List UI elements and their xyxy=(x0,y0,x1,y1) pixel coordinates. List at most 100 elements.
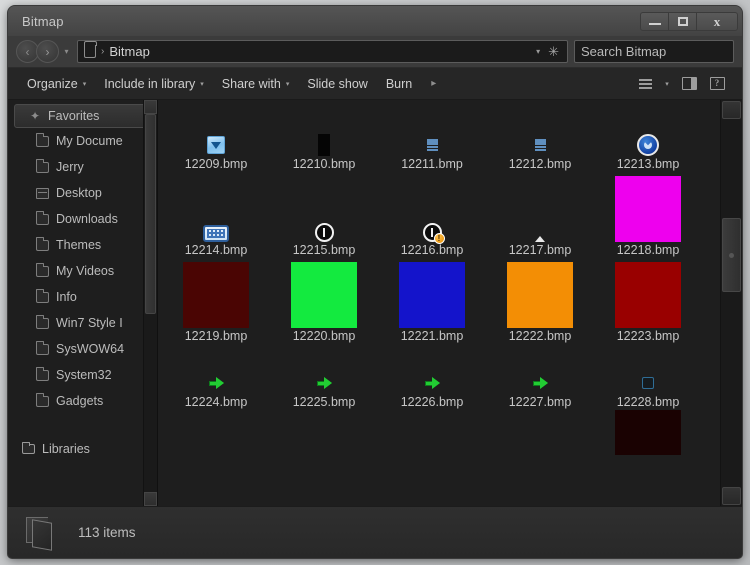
sidebar-item-win7-style[interactable]: Win7 Style I xyxy=(8,310,157,336)
sidebar-item-info[interactable]: Info xyxy=(8,284,157,310)
recent-locations-button[interactable]: ▾ xyxy=(60,47,73,56)
file-item-partial[interactable] xyxy=(270,410,378,470)
file-thumbnail xyxy=(183,262,249,329)
path-dropdown-icon[interactable]: ▾ xyxy=(533,47,543,56)
sidebar-item-label: Gadgets xyxy=(56,394,104,408)
sidebar-item-label: Themes xyxy=(56,238,102,252)
file-item[interactable]: 12225.bmp xyxy=(270,344,378,410)
breadcrumb-bitmap[interactable]: Bitmap xyxy=(109,44,149,59)
file-item[interactable]: 12226.bmp xyxy=(378,344,486,410)
sidebar-item-label: Jerry xyxy=(56,160,84,174)
file-item-partial[interactable] xyxy=(594,410,702,470)
file-item[interactable]: 12221.bmp xyxy=(378,258,486,344)
change-view-button[interactable] xyxy=(632,73,658,95)
file-item[interactable]: 12220.bmp xyxy=(270,258,378,344)
toolbar-item-burn[interactable]: Burn xyxy=(377,72,421,96)
preview-pane-button[interactable] xyxy=(676,73,702,95)
file-thumbnail xyxy=(291,262,357,329)
scroll-up-button[interactable] xyxy=(722,101,741,119)
sidebar-scroll-down-button[interactable] xyxy=(144,492,157,506)
file-name: 12216.bmp xyxy=(400,243,464,258)
sidebar-item-desktop[interactable]: Desktop xyxy=(8,180,157,206)
scroll-thumb-grip xyxy=(729,252,734,258)
content-scrollbar[interactable] xyxy=(720,100,742,506)
toolbar-label: Burn xyxy=(385,76,413,91)
sidebar-scrollbar[interactable] xyxy=(143,100,157,506)
green-arrow-icon xyxy=(531,374,549,392)
forward-icon: › xyxy=(45,44,50,59)
file-item[interactable]: 12218.bmp xyxy=(594,172,702,258)
file-item[interactable]: 12215.bmp xyxy=(270,172,378,258)
sidebar-item-label: My Docume xyxy=(56,134,123,148)
sidebar-scroll-up-button[interactable] xyxy=(144,100,157,114)
file-thumbnail xyxy=(203,225,229,243)
sidebar-item-jerry[interactable]: Jerry xyxy=(8,154,157,180)
file-item[interactable]: 12223.bmp xyxy=(594,258,702,344)
refresh-icon[interactable]: ✳ xyxy=(548,44,561,60)
file-item-partial[interactable] xyxy=(378,410,486,470)
scroll-down-button[interactable] xyxy=(722,487,741,505)
file-item[interactable]: 12228.bmp xyxy=(594,344,702,410)
file-item-partial[interactable] xyxy=(162,410,270,470)
change-view-dropdown[interactable]: ▾ xyxy=(660,73,674,95)
sidebar-item-syswow64[interactable]: SysWOW64 xyxy=(8,336,157,362)
file-item[interactable]: 12211.bmp xyxy=(378,106,486,172)
keyboard-icon xyxy=(203,225,229,243)
file-item[interactable]: 12209.bmp xyxy=(162,106,270,172)
file-item[interactable]: 12219.bmp xyxy=(162,258,270,344)
search-box[interactable] xyxy=(574,40,742,63)
preview-pane-icon xyxy=(681,77,697,90)
toolbar-item-include-in-library[interactable]: Include in library ▾ xyxy=(95,72,213,96)
file-item[interactable]: 12224.bmp xyxy=(162,344,270,410)
sidebar-item-favorites[interactable]: ✦ Favorites xyxy=(14,104,151,128)
sidebar-item-label: My Videos xyxy=(56,264,115,278)
file-item[interactable]: ! 12216.bmp xyxy=(378,172,486,258)
item-count-label: 113 items xyxy=(78,525,136,540)
toolbar-item-slide-show[interactable]: Slide show xyxy=(298,72,376,96)
address-path-box[interactable]: › Bitmap ▾ ✳ xyxy=(77,40,568,63)
command-toolbar: Organize ▾ Include in library ▾ Share wi… xyxy=(8,68,742,100)
close-button[interactable]: x xyxy=(696,11,738,31)
warning-badge-icon: ! xyxy=(433,233,445,245)
file-thumbnail xyxy=(205,372,227,394)
sidebar-item-label: SysWOW64 xyxy=(56,342,125,356)
file-item[interactable]: 12213.bmp xyxy=(594,106,702,172)
maximize-button[interactable] xyxy=(668,11,697,31)
chevron-down-icon: ▾ xyxy=(82,80,87,88)
file-item[interactable]: 12222.bmp xyxy=(486,258,594,344)
toolbar-label: Include in library xyxy=(104,76,196,91)
file-item[interactable]: 12210.bmp xyxy=(270,106,378,172)
sidebar-item-downloads[interactable]: Downloads xyxy=(8,206,157,232)
file-item[interactable]: 12214.bmp xyxy=(162,172,270,258)
color-swatch xyxy=(183,262,249,329)
toolbar-overflow-button[interactable]: ▸ xyxy=(421,73,446,94)
file-name: 12226.bmp xyxy=(400,395,464,410)
file-thumbnail xyxy=(529,372,551,394)
sidebar-scroll-thumb[interactable] xyxy=(145,114,156,314)
file-item[interactable]: 12212.bmp xyxy=(486,106,594,172)
sidebar-item-gadgets[interactable]: Gadgets xyxy=(8,388,157,414)
file-item[interactable]: 12227.bmp xyxy=(486,344,594,410)
forward-button[interactable]: › xyxy=(36,40,59,63)
minimize-button[interactable] xyxy=(640,11,669,31)
explorer-window: Bitmap x ‹ › ▾ › Bitmap ▾ ✳ Search Bitma… xyxy=(8,6,742,558)
file-thumbnail xyxy=(313,372,335,394)
sidebar-item-libraries[interactable]: Libraries xyxy=(8,436,157,462)
navigation-pane: ✦ Favorites My Docume Jerry Desktop Down… xyxy=(8,100,158,506)
toolbar-item-organize[interactable]: Organize ▾ xyxy=(18,72,95,96)
sidebar-item-label: Win7 Style I xyxy=(56,316,123,330)
file-item[interactable]: 12217.bmp xyxy=(486,172,594,258)
file-list-pane[interactable]: 12209.bmp 12210.bmp 12211.bmp 12212.bmp … xyxy=(158,100,742,506)
sidebar-item-my-videos[interactable]: My Videos xyxy=(8,258,157,284)
sidebar-item-my-documents[interactable]: My Docume xyxy=(8,128,157,154)
search-input[interactable] xyxy=(581,44,742,59)
toolbar-item-share-with[interactable]: Share with ▾ xyxy=(213,72,299,96)
sidebar-item-system32[interactable]: System32 xyxy=(8,362,157,388)
list-icon xyxy=(534,138,546,152)
file-thumbnail xyxy=(507,262,573,329)
file-item-partial[interactable] xyxy=(486,410,594,470)
folder-icon xyxy=(35,211,49,225)
scroll-thumb[interactable] xyxy=(722,218,741,292)
help-button[interactable]: ? xyxy=(704,73,730,95)
sidebar-item-themes[interactable]: Themes xyxy=(8,232,157,258)
